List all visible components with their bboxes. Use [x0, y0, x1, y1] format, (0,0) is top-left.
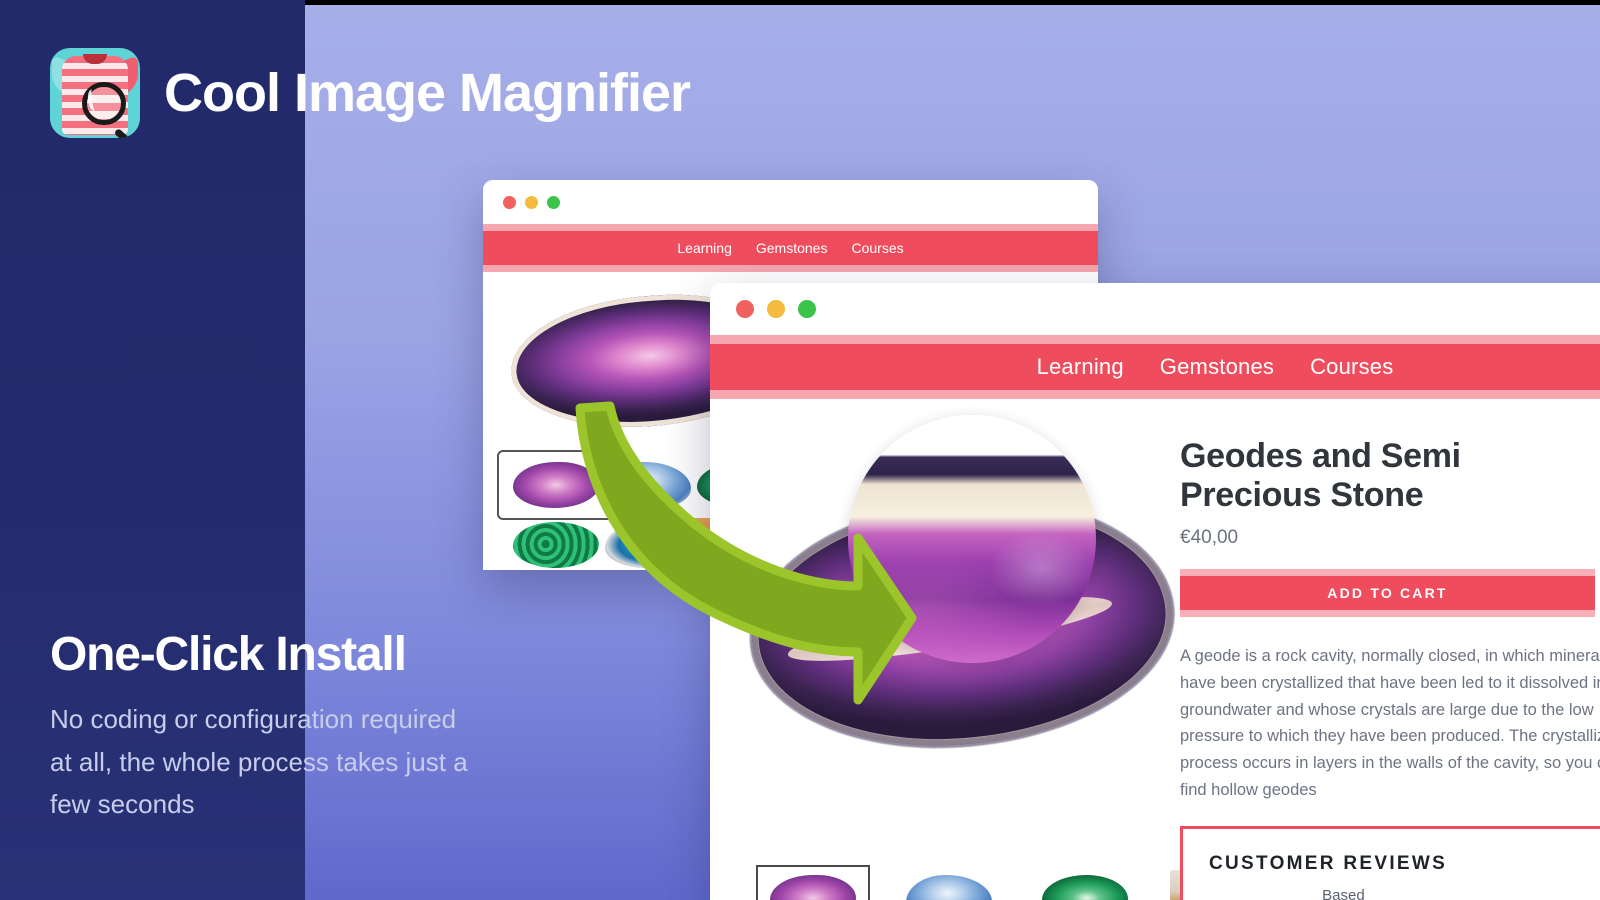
reviews-summary-row: ★★★★★ Based on 1 review Write a review — [1209, 887, 1600, 900]
product-title: Geodes and Semi Precious Stone — [1180, 437, 1461, 515]
product-details-column: Geodes and Semi Precious Stone €40,00 AD… — [1180, 399, 1600, 900]
zoom-button-icon[interactable] — [547, 195, 560, 209]
minimize-button-icon[interactable] — [525, 195, 538, 209]
promotional-banner: Cool Image Magnifier One-Click Install N… — [0, 0, 1600, 900]
nav-item-learning[interactable]: Learning — [677, 240, 732, 256]
nav-item-courses[interactable]: Courses — [851, 240, 903, 256]
site-nav-back: Learning Gemstones Courses — [483, 231, 1098, 265]
page-title: Cool Image Magnifier — [164, 63, 691, 123]
promo-block: One-Click Install No coding or configura… — [50, 628, 480, 825]
stone-purple-agate-icon — [513, 462, 599, 508]
reviews-heading: CUSTOMER REVIEWS — [1209, 852, 1448, 874]
product-media-column — [710, 399, 1272, 900]
nav-strip-back: Learning Gemstones Courses — [483, 224, 1098, 272]
stone-malachite-icon — [513, 522, 599, 568]
thumbnail-purple-agate[interactable] — [756, 865, 870, 900]
titlebar-back — [483, 180, 1098, 224]
nav-item-gemstones[interactable]: Gemstones — [1160, 354, 1274, 380]
stone-blue-agate-icon — [906, 875, 992, 900]
stone-purple-agate-icon — [770, 875, 856, 900]
brand-lockup: Cool Image Magnifier — [50, 48, 691, 138]
magnifier-lens[interactable] — [848, 415, 1096, 663]
nav-item-gemstones[interactable]: Gemstones — [756, 240, 828, 256]
nav-strip-front: Learning Gemstones Courses — [710, 335, 1600, 399]
customer-reviews-panel: CUSTOMER REVIEWS ★★★★★ Based on 1 review… — [1180, 825, 1600, 900]
add-to-cart-button[interactable]: ADD TO CART — [1180, 576, 1595, 611]
nav-item-learning[interactable]: Learning — [1037, 354, 1124, 380]
nav-item-courses[interactable]: Courses — [1310, 354, 1393, 380]
close-button-icon[interactable] — [736, 300, 754, 318]
foreground-browser-window[interactable]: Learning Gemstones Courses Geodes and Se… — [710, 283, 1600, 900]
app-icon-tshirt-magnifier — [50, 48, 140, 138]
promo-subtext: No coding or configuration required at a… — [50, 704, 468, 819]
review-count-label: Based on 1 review — [1322, 886, 1365, 900]
stone-green-agate-icon — [1042, 875, 1128, 900]
close-button-icon[interactable] — [503, 195, 516, 209]
promo-heading: One-Click Install — [50, 628, 407, 681]
front-window-body: Geodes and Semi Precious Stone €40,00 AD… — [710, 399, 1600, 900]
titlebar-front — [710, 283, 1600, 335]
product-price: €40,00 — [1180, 527, 1239, 549]
product-description: A geode is a rock cavity, normally close… — [1180, 647, 1600, 799]
site-nav-front: Learning Gemstones Courses — [710, 344, 1600, 390]
minimize-button-icon[interactable] — [767, 300, 785, 318]
stone-blue-agate-icon — [605, 462, 691, 508]
stone-teal-agate-icon — [605, 522, 691, 568]
thumbnail-blue-agate[interactable] — [894, 867, 1004, 900]
add-to-cart-wrapper: ADD TO CART — [1180, 569, 1595, 618]
thumbnail-green-agate[interactable] — [1030, 867, 1140, 900]
zoom-button-icon[interactable] — [798, 300, 816, 318]
